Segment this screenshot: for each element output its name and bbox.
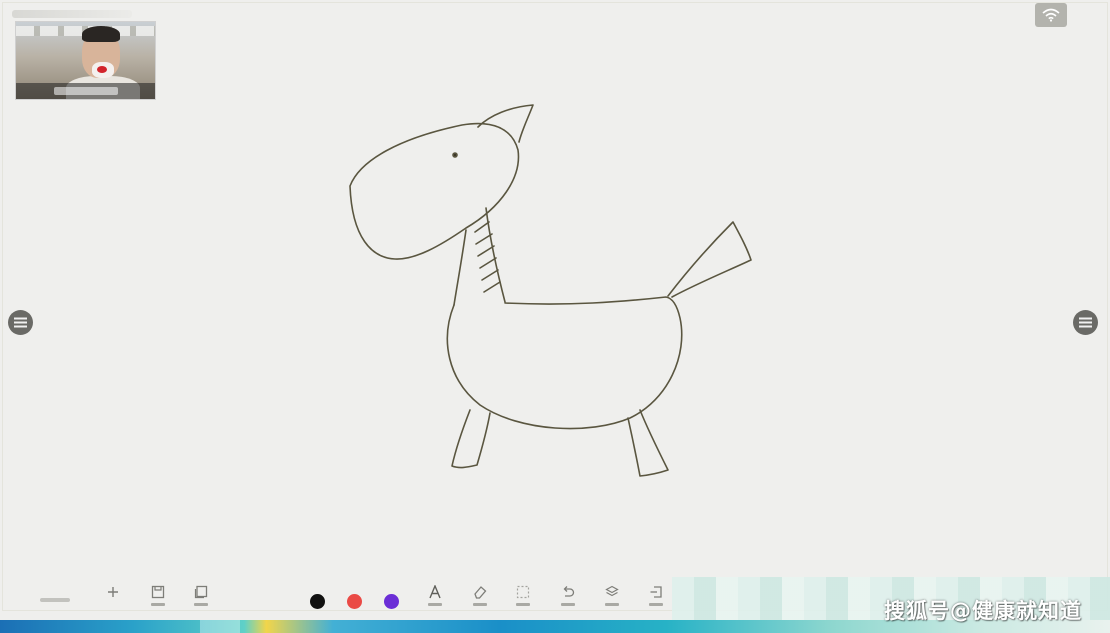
page-button[interactable]: [188, 584, 214, 616]
whiteboard-screen: 搜狐号@健康就知道: [0, 0, 1110, 633]
eraser-caption: [473, 603, 487, 606]
undo-icon: [560, 584, 576, 600]
pen-color-purple[interactable]: [384, 594, 399, 609]
horse-back-leg-stroke: [627, 409, 669, 477]
text-tool-caption: [428, 603, 442, 606]
clear-icon: [604, 584, 620, 600]
horse-tail-stroke: [667, 221, 752, 298]
eraser-button[interactable]: [467, 584, 493, 616]
save-button[interactable]: [145, 584, 171, 616]
page-icon: [193, 584, 209, 600]
horse-neck-front-stroke: [453, 229, 467, 306]
page-caption: [194, 603, 208, 606]
page-indicator: [40, 598, 70, 602]
select-caption: [516, 603, 530, 606]
taskbar-highlight: [200, 620, 240, 633]
pen-color-black[interactable]: [310, 594, 325, 609]
text-tool-button[interactable]: [422, 584, 448, 616]
eraser-icon: [472, 584, 488, 600]
select-icon: [515, 584, 531, 600]
whiteboard-drawing: [349, 104, 752, 477]
horse-body-stroke: [446, 296, 683, 430]
undo-caption: [561, 603, 575, 606]
pen-color-red[interactable]: [347, 594, 362, 609]
exit-caption: [649, 603, 663, 606]
horse-head-stroke: [349, 122, 520, 260]
clear-caption: [605, 603, 619, 606]
select-tool-button[interactable]: [510, 584, 536, 616]
add-page-button[interactable]: [100, 584, 126, 616]
exit-icon: [648, 584, 664, 600]
save-icon: [150, 584, 166, 600]
watermark-text: 搜狐号@健康就知道: [884, 599, 1082, 623]
horse-mane-stripes: [474, 221, 501, 293]
clear-button[interactable]: [599, 584, 625, 616]
save-caption: [151, 603, 165, 606]
plus-icon: [105, 584, 121, 600]
horse-eye: [452, 152, 458, 158]
undo-button[interactable]: [555, 584, 581, 616]
horse-front-leg-stroke: [451, 409, 491, 469]
text-icon: [427, 584, 443, 600]
exit-button[interactable]: [643, 584, 669, 616]
